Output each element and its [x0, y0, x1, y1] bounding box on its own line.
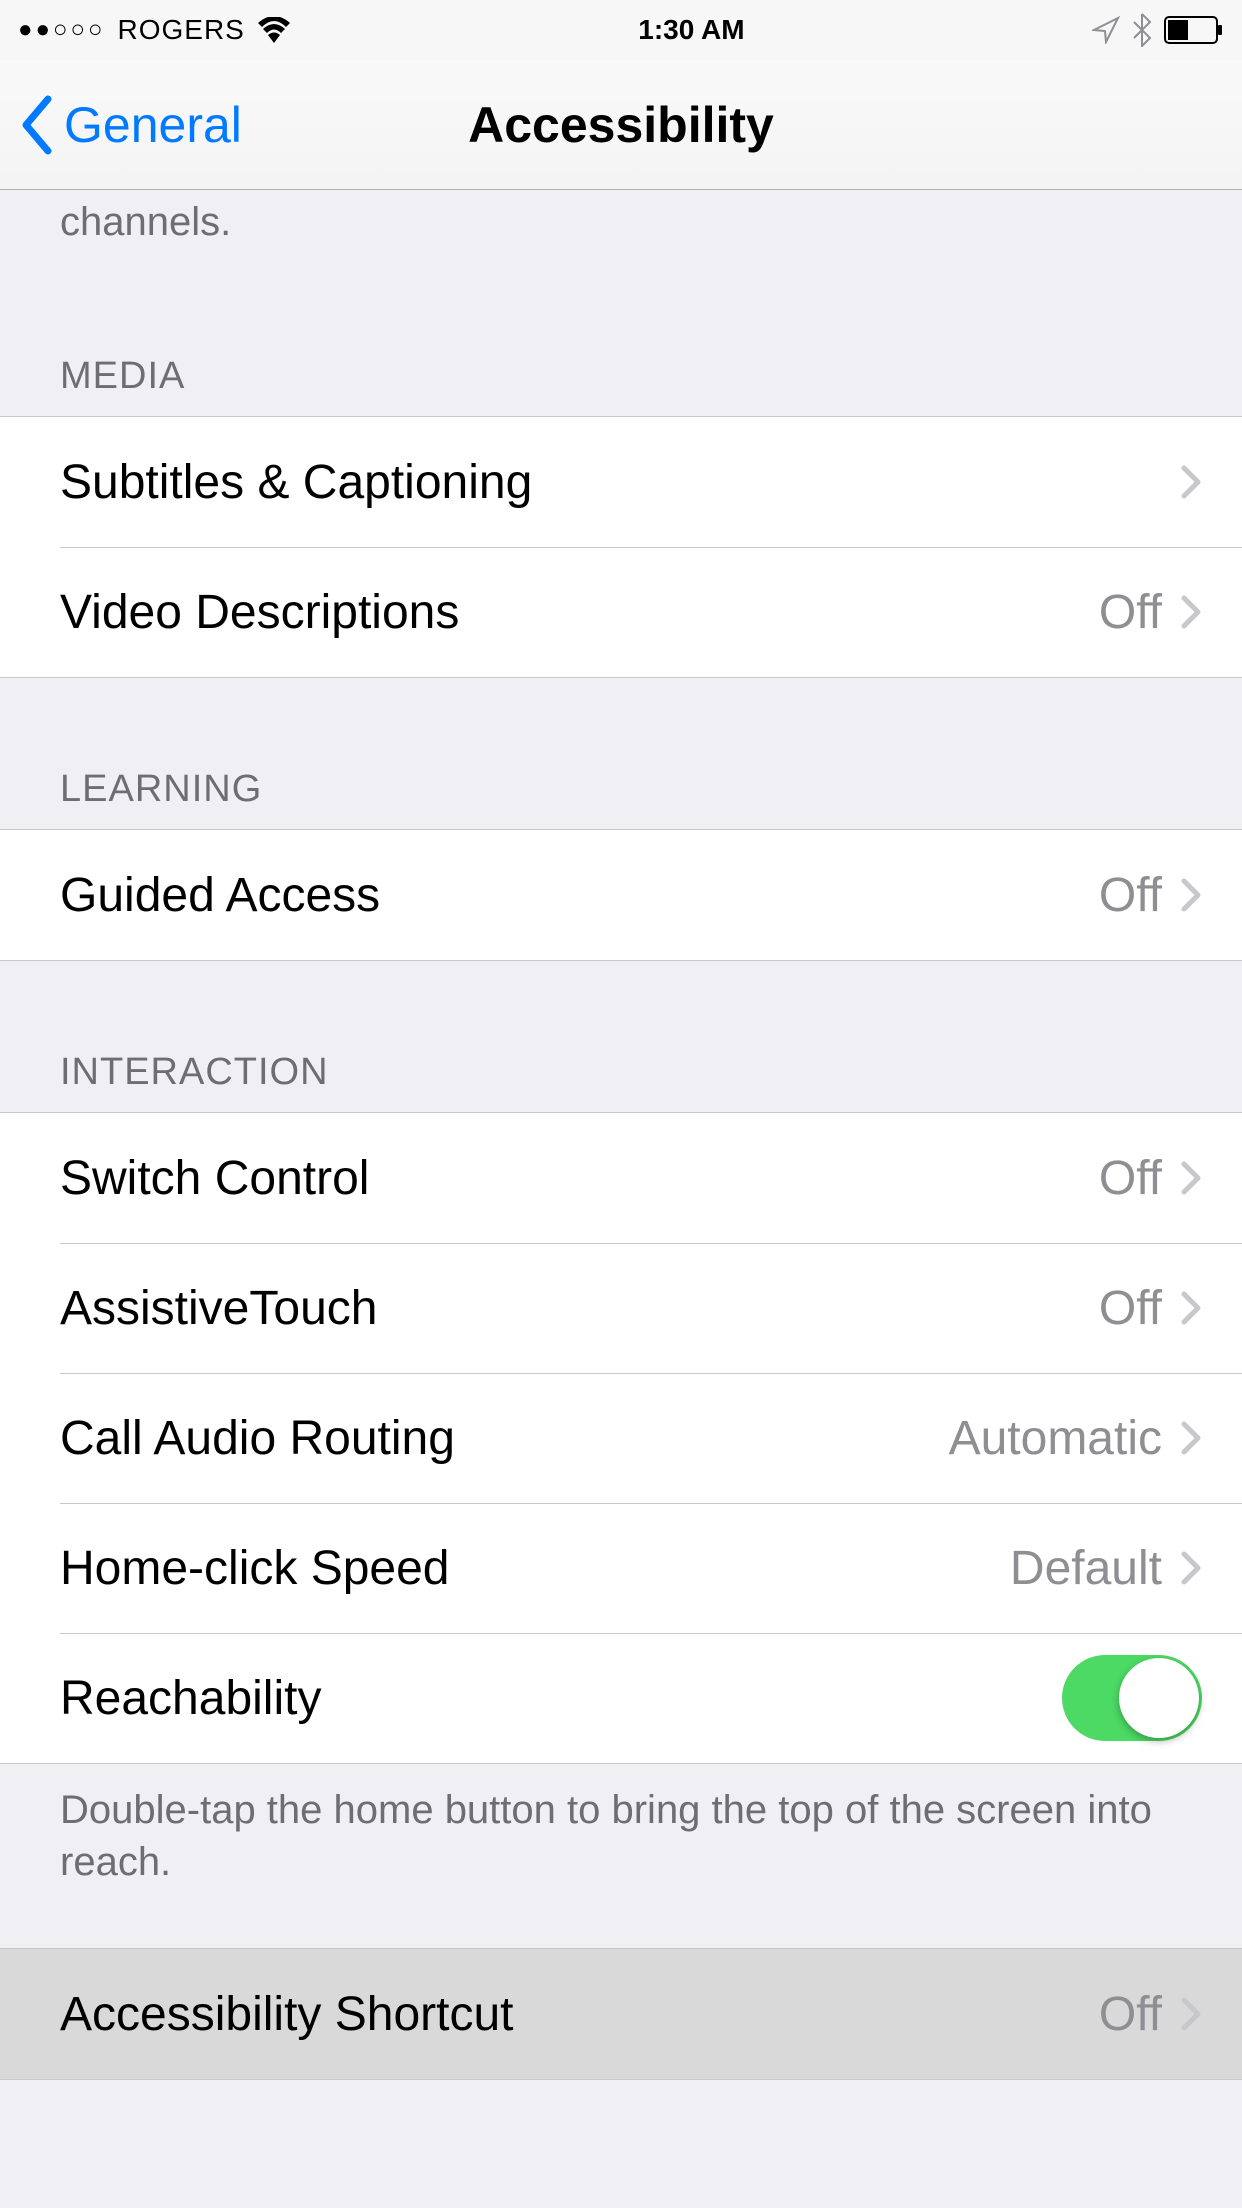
- row-label: Reachability: [60, 1671, 1062, 1726]
- call-audio-routing-row[interactable]: Call Audio Routing Automatic: [0, 1373, 1242, 1503]
- row-label: AssistiveTouch: [60, 1281, 1099, 1336]
- subtitles-captioning-row[interactable]: Subtitles & Captioning: [0, 417, 1242, 547]
- switch-control-row[interactable]: Switch Control Off: [0, 1113, 1242, 1243]
- chevron-right-icon: [1180, 464, 1202, 500]
- switch-knob: [1119, 1658, 1199, 1738]
- row-label: Video Descriptions: [60, 585, 1099, 640]
- learning-group: Guided Access Off: [0, 829, 1242, 961]
- battery-icon: [1164, 16, 1224, 44]
- status-right: [1092, 13, 1224, 47]
- carrier-label: ROGERS: [117, 14, 244, 46]
- interaction-group: Switch Control Off AssistiveTouch Off Ca…: [0, 1112, 1242, 1764]
- status-left: ●●○○○ ROGERS: [18, 14, 291, 46]
- reachability-row[interactable]: Reachability: [0, 1633, 1242, 1763]
- chevron-right-icon: [1180, 594, 1202, 630]
- guided-access-row[interactable]: Guided Access Off: [0, 830, 1242, 960]
- row-label: Accessibility Shortcut: [60, 1987, 1099, 2042]
- status-time: 1:30 AM: [638, 14, 744, 46]
- row-label: Call Audio Routing: [60, 1411, 949, 1466]
- home-click-speed-row[interactable]: Home-click Speed Default: [0, 1503, 1242, 1633]
- chevron-right-icon: [1180, 1996, 1202, 2032]
- row-label: Switch Control: [60, 1151, 1099, 1206]
- back-label: General: [64, 96, 242, 154]
- signal-dots: ●●○○○: [18, 16, 105, 44]
- chevron-right-icon: [1180, 1160, 1202, 1196]
- accessibility-shortcut-row[interactable]: Accessibility Shortcut Off: [0, 1949, 1242, 2079]
- row-value: Off: [1099, 868, 1162, 923]
- assistivetouch-row[interactable]: AssistiveTouch Off: [0, 1243, 1242, 1373]
- interaction-header: INTERACTION: [0, 961, 1242, 1112]
- row-value: Off: [1099, 1151, 1162, 1206]
- status-bar: ●●○○○ ROGERS 1:30 AM: [0, 0, 1242, 60]
- row-value: Automatic: [949, 1411, 1162, 1466]
- chevron-right-icon: [1180, 1550, 1202, 1586]
- bluetooth-icon: [1132, 13, 1152, 47]
- chevron-right-icon: [1180, 877, 1202, 913]
- page-title: Accessibility: [468, 96, 774, 154]
- row-value: Off: [1099, 1281, 1162, 1336]
- chevron-right-icon: [1180, 1420, 1202, 1456]
- chevron-left-icon: [20, 95, 54, 155]
- location-icon: [1092, 16, 1120, 44]
- shortcut-group: Accessibility Shortcut Off: [0, 1948, 1242, 2080]
- previous-section-footer: channels.: [0, 190, 1242, 265]
- nav-bar: General Accessibility: [0, 60, 1242, 190]
- reachability-toggle[interactable]: [1062, 1655, 1202, 1741]
- media-header: MEDIA: [0, 265, 1242, 416]
- row-label: Home-click Speed: [60, 1541, 1010, 1596]
- row-value: Off: [1099, 585, 1162, 640]
- media-group: Subtitles & Captioning Video Description…: [0, 416, 1242, 678]
- row-label: Subtitles & Captioning: [60, 455, 1180, 510]
- chevron-right-icon: [1180, 1290, 1202, 1326]
- back-button[interactable]: General: [20, 95, 242, 155]
- learning-header: LEARNING: [0, 678, 1242, 829]
- row-value: Default: [1010, 1541, 1162, 1596]
- row-label: Guided Access: [60, 868, 1099, 923]
- row-value: Off: [1099, 1987, 1162, 2042]
- wifi-icon: [257, 17, 291, 43]
- video-descriptions-row[interactable]: Video Descriptions Off: [0, 547, 1242, 677]
- content[interactable]: channels. MEDIA Subtitles & Captioning V…: [0, 190, 1242, 2080]
- interaction-footer: Double-tap the home button to bring the …: [0, 1764, 1242, 1908]
